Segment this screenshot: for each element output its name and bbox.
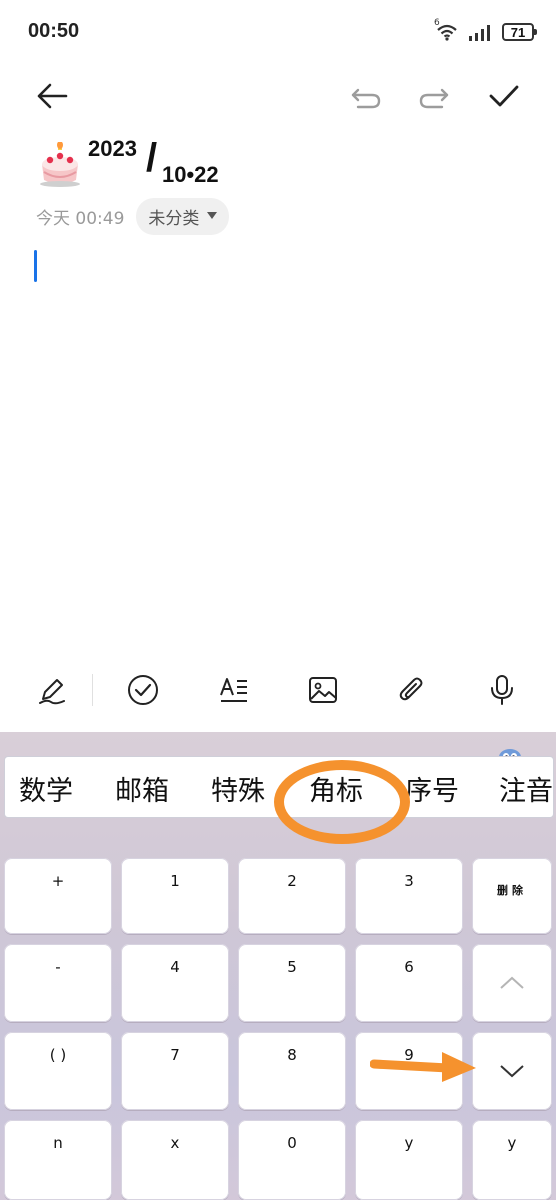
category-serial[interactable]: 序号 (405, 769, 459, 808)
key-y-2[interactable]: y (472, 1120, 552, 1200)
key-1[interactable]: 1 (121, 858, 229, 934)
title-slash: / (146, 136, 158, 180)
key-5[interactable]: 5 (238, 944, 346, 1022)
check-icon (489, 85, 519, 107)
key-n[interactable]: n (4, 1120, 112, 1200)
key-3[interactable]: 3 (355, 858, 463, 934)
toolbar-divider (92, 674, 93, 706)
back-arrow-icon (37, 83, 68, 109)
save-check-button[interactable] (482, 74, 526, 118)
delete-key[interactable]: 删除 (472, 858, 552, 934)
title-year: 2023 (88, 136, 137, 161)
text-format-icon (220, 678, 247, 702)
key-6[interactable]: 6 (355, 944, 463, 1022)
key-8[interactable]: 8 (238, 1032, 346, 1110)
key-x[interactable]: x (121, 1120, 229, 1200)
key-y[interactable]: y (355, 1120, 463, 1200)
text-format-button[interactable] (212, 668, 256, 712)
category-phonetic[interactable]: 注音 (499, 769, 553, 808)
format-toolbar (0, 662, 556, 718)
note-body-input[interactable] (20, 244, 536, 644)
note-meta: 今天 00:49 未分类 (36, 197, 230, 235)
annotation-circle (274, 760, 410, 844)
wifi-icon: 6 (434, 18, 460, 42)
checklist-button[interactable] (121, 668, 165, 712)
note-toolbar (0, 70, 556, 126)
caret-down-icon (207, 212, 218, 219)
undo-icon (351, 88, 381, 109)
key-plus[interactable]: + (4, 858, 112, 934)
category-email[interactable]: 邮箱 (115, 769, 169, 808)
key-2[interactable]: 2 (238, 858, 346, 934)
handwriting-button[interactable] (30, 668, 74, 712)
status-time: 00:50 (28, 20, 80, 42)
category-dropdown[interactable]: 未分类 (136, 197, 230, 235)
note-timestamp: 今天 00:49 (36, 208, 125, 229)
image-icon (309, 677, 337, 703)
annotation-arrow-icon (370, 1052, 476, 1082)
category-special[interactable]: 特殊 (211, 769, 265, 808)
chevron-down-icon (500, 1065, 524, 1078)
signal-icon (469, 25, 490, 41)
status-icons: 6 71 (434, 18, 537, 44)
key-4[interactable]: 4 (121, 944, 229, 1022)
attachment-icon (399, 677, 423, 701)
pen-icon (39, 679, 65, 705)
key-0[interactable]: 0 (238, 1120, 346, 1200)
key-parentheses[interactable]: ( ) (4, 1032, 112, 1110)
network-generation-label: 6 (434, 18, 440, 28)
category-label: 未分类 (148, 208, 200, 229)
key-minus[interactable]: - (4, 944, 112, 1022)
key-7[interactable]: 7 (121, 1032, 229, 1110)
back-button[interactable] (30, 74, 74, 118)
voice-input-button[interactable] (480, 668, 524, 712)
category-math[interactable]: 数学 (19, 769, 73, 808)
battery-level: 71 (510, 24, 526, 40)
title-date: 10•22 (162, 162, 219, 187)
redo-button[interactable] (412, 76, 456, 120)
insert-image-button[interactable] (301, 668, 345, 712)
status-bar: 00:50 6 71 (0, 0, 556, 64)
battery-icon: 71 (502, 23, 537, 41)
undo-button[interactable] (344, 76, 388, 120)
chevron-up-icon (500, 976, 524, 989)
redo-icon (419, 88, 449, 109)
microphone-icon (491, 675, 513, 705)
birthday-cake-icon (40, 142, 80, 187)
scroll-down-key[interactable] (472, 1032, 552, 1110)
checklist-icon (128, 675, 158, 705)
attachment-button[interactable] (390, 668, 434, 712)
scroll-up-key[interactable] (472, 944, 552, 1022)
